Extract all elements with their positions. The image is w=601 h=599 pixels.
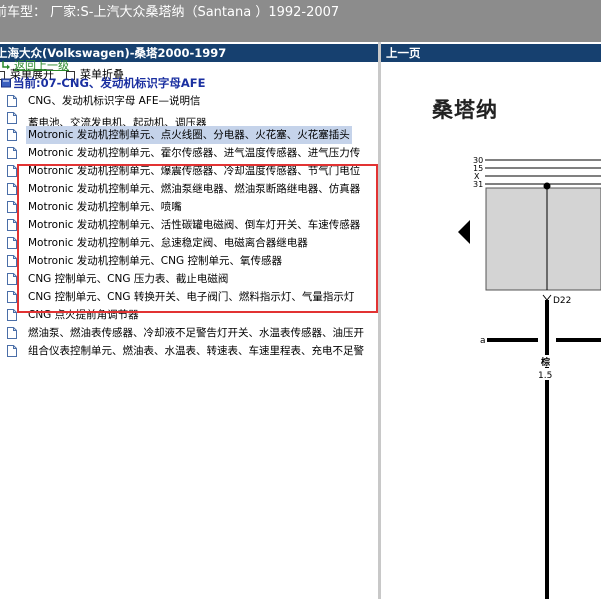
back-link[interactable]: 返回上一级 — [0, 58, 69, 74]
tree-item-label: 蓄电池、交流发电机、起动机、调压器 — [28, 117, 207, 126]
tree-item-label: 燃油泵、燃油表传感器、冷却液不足警告灯开关、水温表传感器、油压开 — [28, 327, 364, 339]
document-icon — [7, 201, 17, 213]
connector-label: D22 — [553, 296, 571, 306]
component-block — [485, 187, 601, 291]
document-icon — [7, 219, 17, 231]
bus-label-31: 31 — [473, 180, 483, 189]
document-icon — [7, 112, 17, 124]
wire-terminal-label: a — [480, 336, 486, 346]
return-arrow-icon — [2, 61, 10, 70]
tree-item-label: Motronic 发动机控制单元、点火线圈、分电器、火花塞、火花塞插头 — [26, 126, 352, 144]
document-icon — [7, 129, 17, 141]
title-bar-text: 前车型： 厂家:S-上汽大众桑塔纳（Santana ）1992-2007 — [0, 5, 340, 20]
page-pointer-icon — [458, 220, 470, 244]
tree-item-label: CNG、发动机标识字母 AFE—说明信 — [28, 95, 201, 107]
document-icon — [7, 183, 17, 195]
current-node-label: 当前:07-CNG、发动机标识字母AFE — [13, 76, 206, 90]
back-link-label: 返回上一级 — [14, 59, 69, 72]
tree-item-selected[interactable]: Motronic 发动机控制单元、点火线圈、分电器、火花塞、火花塞插头 — [0, 126, 378, 144]
document-icon — [7, 147, 17, 159]
document-icon — [7, 255, 17, 267]
document-icon — [7, 237, 17, 249]
book-icon — [1, 78, 11, 88]
connector-symbol — [542, 294, 552, 301]
document-icon — [7, 165, 17, 177]
tree-item[interactable]: 燃油泵、燃油表传感器、冷却液不足警告灯开关、水温表传感器、油压开 — [0, 324, 378, 342]
tree-item[interactable]: 组合仪表控制单元、燃油表、水温表、转速表、车速里程表、充电不足警 — [0, 342, 378, 360]
diagram-panel: 上一页 桑塔纳 30 15 X 31 D22 a 棕 1.5 — [381, 42, 601, 599]
title-bar: 前车型： 厂家:S-上汽大众桑塔纳（Santana ）1992-2007 — [0, 0, 601, 42]
tree-item[interactable]: Motronic 发动机控制单元、霍尔传感器、进气温度传感器、进气压力传 — [0, 144, 378, 162]
wiring-diagram: 30 15 X 31 D22 a 棕 1.5 — [458, 156, 601, 599]
current-node: 当前:07-CNG、发动机标识字母AFE — [0, 75, 206, 91]
document-icon — [7, 309, 17, 321]
document-icon — [7, 327, 17, 339]
highlight-box — [17, 164, 378, 313]
document-icon — [7, 345, 17, 357]
tree-item[interactable]: CNG、发动机标识字母 AFE—说明信 — [0, 92, 378, 110]
document-icon — [7, 273, 17, 285]
document-icon — [7, 95, 17, 107]
tree-item-label: 组合仪表控制单元、燃油表、水温表、转速表、车速里程表、充电不足警 — [28, 345, 364, 357]
tree-item-label: Motronic 发动机控制单元、霍尔传感器、进气温度传感器、进气压力传 — [28, 147, 361, 159]
wire-gauge-label: 1.5 — [538, 371, 552, 381]
document-icon — [7, 291, 17, 303]
tree-item[interactable]: 蓄电池、交流发电机、起动机、调压器 — [0, 110, 378, 126]
wire-color-label: 棕 — [540, 356, 550, 368]
